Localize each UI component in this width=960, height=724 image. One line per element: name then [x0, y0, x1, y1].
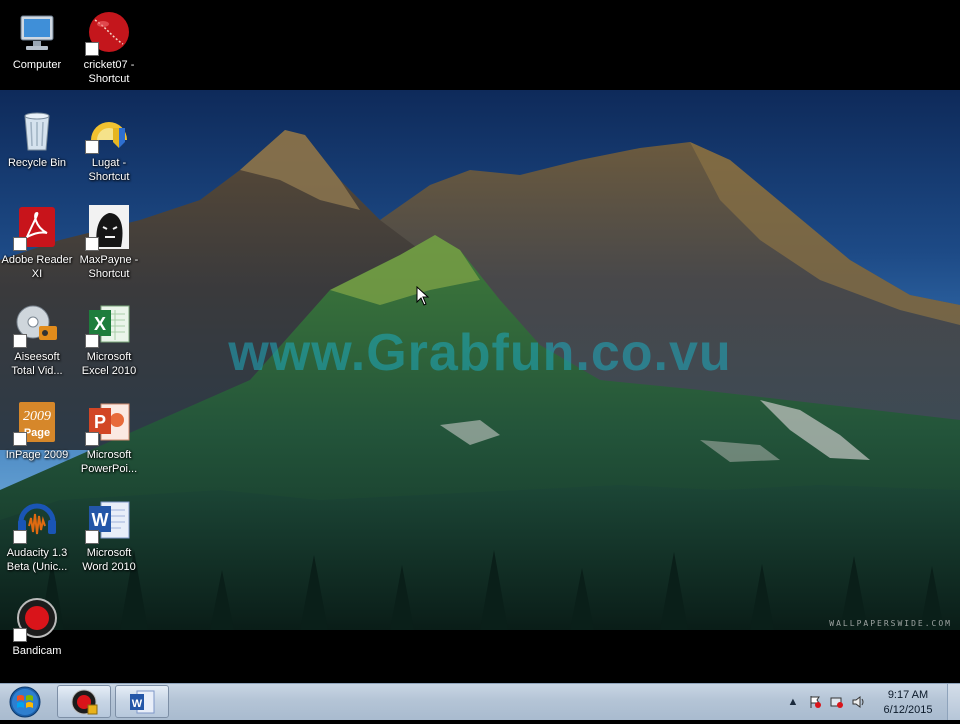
svg-text:Page: Page: [24, 427, 50, 439]
network-icon[interactable]: [830, 695, 844, 709]
desktop-icon-label: Microsoft Word 2010: [82, 547, 136, 573]
taskbar-clock[interactable]: 9:17 AM 6/12/2015: [878, 688, 938, 718]
mouse-pointer-icon: [416, 286, 430, 306]
desktop-icon-inpage[interactable]: 2009 Page InPage 2009: [0, 392, 74, 484]
desktop[interactable]: www.Grabfun.co.vu WALLPAPERSWIDE.COM Com…: [0, 0, 960, 683]
action-center-flag-icon[interactable]: [808, 695, 822, 709]
desktop-icon-cricket07[interactable]: cricket07 - Shortcut: [72, 2, 146, 94]
bandicam-icon: [71, 689, 98, 715]
recycle-bin-icon: [13, 106, 61, 154]
windows-start-icon: [9, 686, 41, 718]
bandicam-icon: [13, 594, 61, 642]
desktop-icon-label: MaxPayne - Shortcut: [79, 254, 139, 280]
word-icon: W: [85, 496, 133, 544]
powerpoint-icon: P: [85, 398, 133, 446]
shortcut-arrow-icon: [13, 432, 27, 446]
desktop-icon-recycle-bin[interactable]: Recycle Bin: [0, 100, 74, 192]
desktop-icon-lugat[interactable]: Lugat - Shortcut: [72, 100, 146, 192]
desktop-icon-label: Bandicam: [12, 645, 62, 657]
shortcut-arrow-icon: [85, 237, 99, 251]
desktop-icon-label: Microsoft Excel 2010: [81, 351, 137, 377]
lugat-icon: [85, 106, 133, 154]
shortcut-arrow-icon: [85, 140, 99, 154]
wallpaper-credit-text: WALLPAPERSWIDE.COM: [829, 619, 952, 628]
desktop-icon-label: Lugat - Shortcut: [88, 157, 130, 183]
shortcut-arrow-icon: [85, 334, 99, 348]
desktop-icon-maxpayne[interactable]: MaxPayne - Shortcut: [72, 197, 146, 289]
shortcut-arrow-icon: [13, 530, 27, 544]
desktop-icon-bandicam[interactable]: Bandicam: [0, 588, 74, 680]
maxpayne-icon: [85, 203, 133, 251]
shortcut-arrow-icon: [13, 237, 27, 251]
desktop-icon-label: Aiseesoft Total Vid...: [11, 351, 63, 377]
show-desktop-button[interactable]: [947, 684, 960, 720]
desktop-icon-label: InPage 2009: [5, 449, 69, 461]
taskbar-button-word[interactable]: W: [115, 685, 169, 718]
adobe-reader-icon: [13, 203, 61, 251]
word-icon: W: [130, 690, 155, 714]
start-button[interactable]: [2, 685, 48, 719]
shortcut-arrow-icon: [85, 432, 99, 446]
computer-icon: [13, 8, 61, 56]
desktop-icon-aiseesoft[interactable]: Aiseesoft Total Vid...: [0, 294, 74, 386]
cricket-ball-icon: [85, 8, 133, 56]
desktop-icon-excel[interactable]: X Microsoft Excel 2010: [72, 294, 146, 386]
shortcut-arrow-icon: [13, 628, 27, 642]
desktop-icon-label: Computer: [12, 59, 62, 71]
audacity-icon: [13, 496, 61, 544]
taskbar: W ▲ 9:17 AM 6/12/2015: [0, 683, 960, 720]
clock-time: 9:17 AM: [887, 689, 929, 701]
shortcut-arrow-icon: [85, 42, 99, 56]
desktop-icon-label: Recycle Bin: [7, 157, 67, 169]
shortcut-arrow-icon: [85, 530, 99, 544]
excel-icon: X: [85, 300, 133, 348]
aiseesoft-icon: [13, 300, 61, 348]
desktop-icon-powerpoint[interactable]: P Microsoft PowerPoi...: [72, 392, 146, 484]
svg-text:X: X: [94, 314, 106, 334]
shortcut-arrow-icon: [13, 334, 27, 348]
desktop-icon-audacity[interactable]: Audacity 1.3 Beta (Unic...: [0, 490, 74, 582]
svg-text:P: P: [94, 412, 106, 432]
desktop-icon-label: Microsoft PowerPoi...: [80, 449, 138, 475]
svg-text:2009: 2009: [23, 409, 51, 424]
desktop-icon-word[interactable]: W Microsoft Word 2010: [72, 490, 146, 582]
svg-text:W: W: [132, 698, 143, 710]
show-hidden-icons-chevron-icon[interactable]: ▲: [786, 695, 800, 709]
taskbar-button-bandicam[interactable]: [57, 685, 111, 718]
desktop-icon-adobe-reader[interactable]: Adobe Reader XI: [0, 197, 74, 289]
desktop-icon-label: Audacity 1.3 Beta (Unic...: [6, 547, 68, 573]
desktop-icon-label: Adobe Reader XI: [1, 254, 73, 280]
desktop-icon-label: cricket07 - Shortcut: [83, 59, 135, 85]
desktop-icon-computer[interactable]: Computer: [0, 2, 74, 94]
volume-icon[interactable]: [852, 695, 866, 709]
inpage-icon: 2009 Page: [13, 398, 61, 446]
watermark-text: www.Grabfun.co.vu: [228, 324, 732, 382]
clock-date: 6/12/2015: [883, 704, 933, 716]
svg-text:W: W: [92, 510, 109, 530]
